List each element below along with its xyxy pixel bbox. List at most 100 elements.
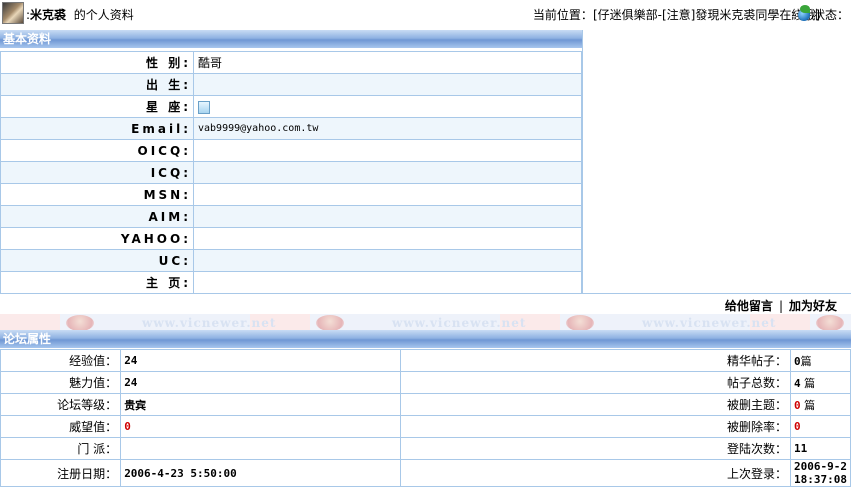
- table-row: OICQ:: [0, 139, 582, 162]
- email-value[interactable]: vab9999@yahoo.com.tw: [193, 117, 582, 140]
- login-count-label: 登陆次数：: [399, 437, 792, 460]
- zodiac-icon: [198, 100, 210, 114]
- login-count-cell: 11: [790, 437, 851, 460]
- oicq-label: OICQ:: [0, 139, 194, 162]
- msn-value: [193, 183, 582, 206]
- exp-value: 24: [120, 349, 401, 372]
- deletion-rate-value: 0: [794, 420, 801, 433]
- prestige-label: 威望值：: [0, 415, 122, 438]
- table-row: 主 页:: [0, 271, 582, 294]
- location-prefix: 当前位置：: [532, 8, 593, 22]
- table-row: 魅力值： 24 帖子总数： 4 篇: [0, 371, 851, 394]
- top-bar: :米克裘 的个人资料 当前位置：[仔迷俱樂部-[注意]發現米克裘同學在綫哦] 状…: [0, 0, 851, 28]
- status-label: 状态：: [812, 8, 849, 22]
- sect-label: 门 派：: [0, 437, 122, 460]
- basic-info-header: 基本资料: [0, 30, 582, 48]
- uc-label: UC:: [0, 249, 194, 272]
- online-status-icon: [797, 5, 812, 21]
- birthday-value: [193, 73, 582, 96]
- total-posts-label: 帖子总数：: [399, 371, 792, 394]
- deleted-topics-label: 被删主题：: [399, 393, 792, 416]
- oicq-value: [193, 139, 582, 162]
- table-row: 经验值： 24 精华帖子： 0篇: [0, 349, 851, 372]
- last-login-cell: 2006-9-2 18:37:08: [790, 459, 851, 487]
- last-login-label: 上次登录：: [399, 459, 792, 487]
- deletion-rate-label: 被删除率：: [399, 415, 792, 438]
- watermark-text: www.vicnewer.net: [642, 316, 777, 330]
- table-row: 星 座:: [0, 95, 582, 118]
- mascot-icon: [66, 315, 94, 331]
- table-row: 注册日期： 2006-4-23 5:50:00 上次登录： 2006-9-2 1…: [0, 459, 851, 487]
- zodiac-label: 星 座:: [0, 95, 194, 118]
- login-count-value: 11: [794, 442, 808, 455]
- deleted-topics-value: 0: [794, 398, 801, 412]
- table-row: UC:: [0, 249, 582, 272]
- add-friend-link[interactable]: 加为好友: [789, 299, 837, 313]
- table-row: ICQ:: [0, 161, 582, 184]
- yahoo-label: YAHOO:: [0, 227, 194, 250]
- birthday-label: 出 生:: [0, 73, 194, 96]
- deleted-topics-cell: 0 篇: [790, 393, 851, 416]
- prestige-value: 0: [120, 415, 401, 438]
- location-path-link[interactable]: [仔迷俱樂部-[注意]發現米克裘同學在綫哦]: [593, 8, 820, 22]
- profile-actions: 给他留言 | 加为好友: [725, 297, 837, 314]
- sect-value: [120, 437, 401, 460]
- last-login-value: 2006-9-2 18:37:08: [794, 460, 847, 486]
- elite-posts-unit: 篇: [800, 354, 812, 368]
- actions-separator: |: [778, 299, 783, 313]
- register-date-value: 2006-4-23 5:50:00: [120, 459, 401, 487]
- user-avatar[interactable]: [2, 2, 24, 24]
- msn-label: MSN:: [0, 183, 194, 206]
- homepage-label: 主 页:: [0, 271, 194, 294]
- table-row: YAHOO:: [0, 227, 582, 250]
- elite-posts-value: 0: [794, 354, 801, 368]
- total-posts-value: 4: [794, 376, 801, 390]
- forum-level-value: 贵宾: [120, 393, 401, 416]
- profile-right-pane: [582, 30, 851, 293]
- deletion-rate-cell: 0: [790, 415, 851, 438]
- leave-message-link[interactable]: 给他留言: [725, 299, 773, 313]
- profile-suffix: 的个人资料: [73, 8, 134, 22]
- gender-value: 酷哥: [193, 51, 582, 74]
- charm-value: 24: [120, 371, 401, 394]
- watermark-text: www.vicnewer.net: [392, 316, 527, 330]
- profile-actions-row: 给他留言 | 加为好友: [0, 293, 851, 313]
- table-row: Email: vab9999@yahoo.com.tw: [0, 117, 582, 140]
- forum-attrs-header: 论坛属性: [0, 330, 851, 348]
- table-row: 论坛等级： 贵宾 被删主题： 0 篇: [0, 393, 851, 416]
- deleted-topics-unit: 篇: [800, 398, 816, 412]
- table-row: MSN:: [0, 183, 582, 206]
- table-row: 威望值： 0 被删除率： 0: [0, 415, 851, 438]
- mascot-icon: [316, 315, 344, 331]
- watermark-text: www.vicnewer.net: [142, 316, 277, 330]
- aim-value: [193, 205, 582, 228]
- homepage-value[interactable]: [193, 271, 582, 294]
- mascot-icon: [566, 315, 594, 331]
- exp-label: 经验值：: [0, 349, 122, 372]
- username: 米克裘: [30, 8, 67, 22]
- charm-label: 魅力值：: [0, 371, 122, 394]
- table-row: AIM:: [0, 205, 582, 228]
- gender-label: 性 别:: [0, 51, 194, 74]
- basic-info-table: 性 别: 酷哥 出 生: 星 座: Email: vab9999@yahoo.com…: [0, 51, 582, 294]
- email-label: Email:: [0, 117, 194, 140]
- forum-attrs-table: 经验值： 24 精华帖子： 0篇 魅力值： 24 帖子总数： 4 篇 论坛等级：…: [0, 349, 851, 487]
- forum-level-label: 论坛等级：: [0, 393, 122, 416]
- mascot-icon: [816, 315, 844, 331]
- total-posts-unit: 篇: [800, 376, 816, 390]
- table-row: 出 生:: [0, 73, 582, 96]
- aim-label: AIM:: [0, 205, 194, 228]
- total-posts-cell: 4 篇: [790, 371, 851, 394]
- elite-posts-cell: 0篇: [790, 349, 851, 372]
- status-area: 状态：: [797, 3, 849, 23]
- icq-value: [193, 161, 582, 184]
- yahoo-value: [193, 227, 582, 250]
- breadcrumb: 当前位置：[仔迷俱樂部-[注意]發現米克裘同學在綫哦]: [533, 6, 820, 23]
- profile-heading: :米克裘 的个人资料: [26, 8, 134, 22]
- uc-value: [193, 249, 582, 272]
- icq-label: ICQ:: [0, 161, 194, 184]
- elite-posts-label: 精华帖子：: [399, 349, 792, 372]
- table-row: 门 派： 登陆次数： 11: [0, 437, 851, 460]
- register-date-label: 注册日期：: [0, 459, 122, 487]
- table-row: 性 别: 酷哥: [0, 51, 582, 74]
